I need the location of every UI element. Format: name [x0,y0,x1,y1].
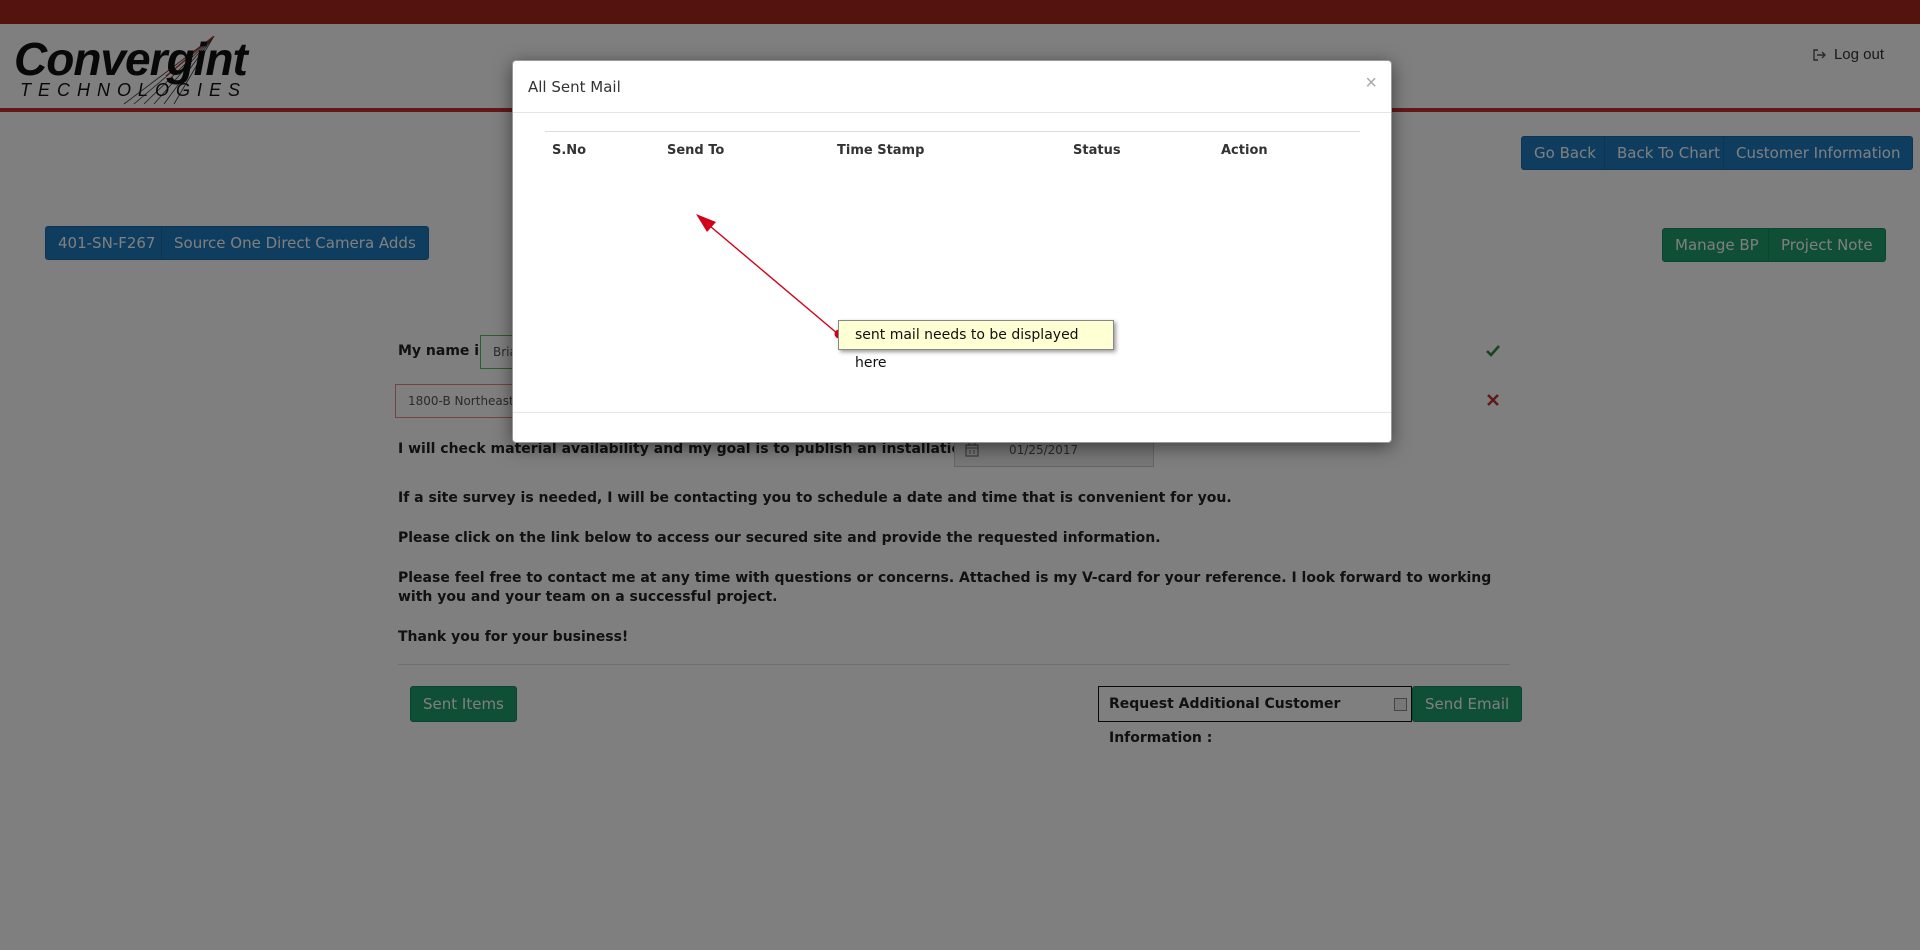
column-header-status: Status [1073,143,1121,158]
close-icon[interactable]: × [1365,73,1377,93]
modal-title: All Sent Mail [528,78,621,96]
modal-footer [513,412,1391,413]
annotation-callout: sent mail needs to be displayed here [838,320,1114,371]
column-header-send-to: Send To [667,143,725,158]
table-top-border [545,131,1360,132]
modal-header: All Sent Mail × [513,61,1391,113]
column-header-sno: S.No [552,143,587,158]
sent-mail-modal: All Sent Mail × S.No Send To Time Stamp … [512,60,1392,443]
column-header-time-stamp: Time Stamp [837,143,925,158]
column-header-action: Action [1221,143,1268,158]
